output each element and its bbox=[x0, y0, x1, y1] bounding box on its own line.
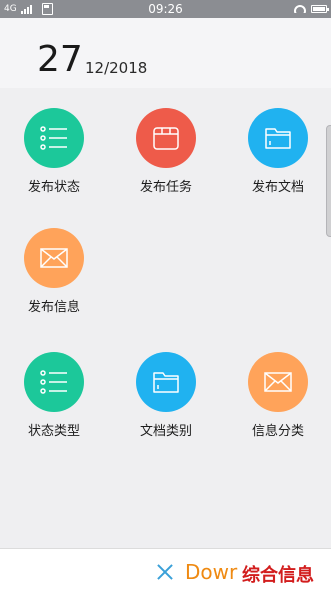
tile-info-category[interactable]: 信息分类 bbox=[228, 352, 328, 439]
status-right bbox=[294, 0, 329, 18]
date-day: 27 bbox=[37, 39, 83, 80]
tile-document-category[interactable]: 文档类别 bbox=[116, 352, 216, 439]
side-drawer-handle[interactable] bbox=[326, 125, 331, 237]
tile-post-task[interactable]: 发布任务 bbox=[116, 108, 216, 195]
calendar-icon bbox=[153, 127, 179, 150]
folder-icon bbox=[265, 128, 291, 149]
close-icon[interactable] bbox=[156, 563, 174, 581]
tile-label: 发布文档 bbox=[251, 180, 304, 195]
folder-icon bbox=[153, 372, 179, 393]
battery-icon bbox=[311, 5, 329, 13]
date-month-year: 12/2018 bbox=[85, 59, 148, 77]
tile-label: 发布状态 bbox=[27, 180, 80, 195]
info-category-button[interactable] bbox=[248, 352, 308, 412]
tile-status-type[interactable]: 状态类型 bbox=[4, 352, 104, 439]
tile-label: 发布信息 bbox=[27, 300, 80, 315]
tile-label: 信息分类 bbox=[251, 424, 304, 439]
status-time: 09:26 bbox=[148, 2, 183, 16]
function-grid: 发布状态 发布任务 发布文档 发布信息 状态类型 文档类别 信息分类 bbox=[0, 88, 331, 548]
tile-post-status[interactable]: 发布状态 bbox=[4, 108, 104, 195]
watermark-text: 综合信息 bbox=[240, 561, 316, 587]
post-info-button[interactable] bbox=[24, 228, 84, 288]
post-task-button[interactable] bbox=[136, 108, 196, 168]
list-icon bbox=[40, 370, 67, 394]
document-category-button[interactable] bbox=[136, 352, 196, 412]
status-type-button[interactable] bbox=[24, 352, 84, 412]
post-document-button[interactable] bbox=[248, 108, 308, 168]
mail-icon bbox=[40, 248, 68, 268]
tile-post-info[interactable]: 发布信息 bbox=[4, 228, 104, 315]
wifi-icon bbox=[294, 5, 306, 13]
post-status-button[interactable] bbox=[24, 108, 84, 168]
footer-bar: Dowr 综合信息 bbox=[0, 548, 331, 594]
date-header: 27 12/2018 bbox=[0, 18, 331, 88]
tile-label: 状态类型 bbox=[27, 424, 80, 439]
list-icon bbox=[40, 126, 67, 150]
tile-label: 文档类别 bbox=[139, 424, 192, 439]
download-text[interactable]: Dowr bbox=[185, 560, 237, 584]
mail-icon bbox=[264, 372, 292, 392]
tile-post-document[interactable]: 发布文档 bbox=[228, 108, 328, 195]
tile-label: 发布任务 bbox=[139, 180, 192, 195]
status-bar: 4G 09:26 bbox=[0, 0, 331, 18]
